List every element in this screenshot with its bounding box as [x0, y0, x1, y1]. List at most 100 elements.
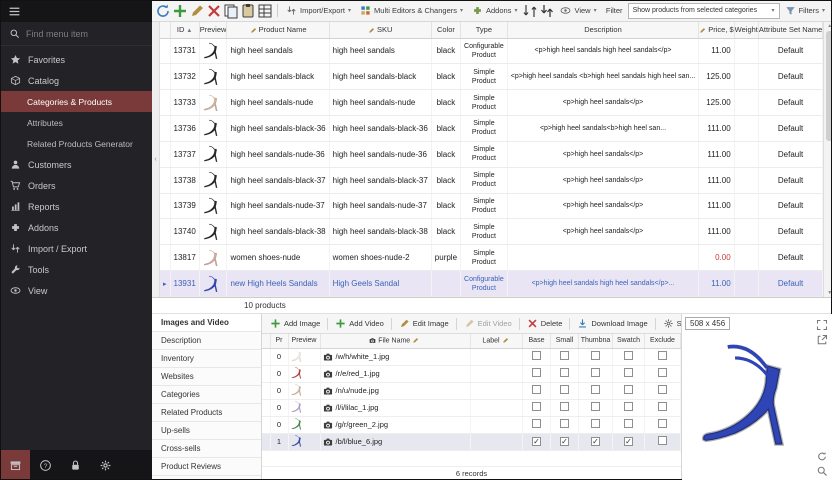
- fullscreen-icon[interactable]: [816, 318, 828, 330]
- scroll-thumb[interactable]: [826, 31, 832, 141]
- product-row-13817[interactable]: 13817women shoes-nudewomen shoes-nude-2p…: [160, 245, 823, 271]
- swatch-checkbox[interactable]: [624, 368, 633, 377]
- thumbnail-checkbox[interactable]: ✓: [591, 437, 600, 446]
- sidebar-item-reports[interactable]: Reports: [0, 196, 152, 217]
- base-checkbox[interactable]: [532, 419, 541, 428]
- view-menu[interactable]: View▾: [556, 3, 600, 18]
- small-checkbox[interactable]: [560, 419, 569, 428]
- small-checkbox[interactable]: [560, 368, 569, 377]
- tab-cross-sells[interactable]: Cross-sells: [152, 440, 261, 458]
- transfer-button[interactable]: [539, 3, 555, 19]
- small-checkbox[interactable]: [560, 402, 569, 411]
- paste-button[interactable]: [240, 3, 256, 19]
- settings-button[interactable]: [90, 450, 120, 480]
- grid-header-description[interactable]: Description: [507, 22, 698, 38]
- base-checkbox[interactable]: [532, 368, 541, 377]
- thumbnail-checkbox[interactable]: [591, 402, 600, 411]
- sidebar-item-customers[interactable]: Customers: [0, 154, 152, 175]
- exclude-checkbox[interactable]: [658, 419, 667, 428]
- grid-header-sku[interactable]: SKU: [329, 22, 431, 38]
- product-row-13731[interactable]: 13731high heel sandalshigh heel sandalsb…: [160, 38, 823, 64]
- add-product-button[interactable]: [172, 3, 188, 19]
- exclude-checkbox[interactable]: [658, 385, 667, 394]
- grid-header-preview[interactable]: Preview: [199, 22, 227, 38]
- images-header-swatch[interactable]: Swatch: [613, 334, 645, 348]
- sidebar-item-attributes[interactable]: Attributes: [0, 112, 152, 133]
- product-row-13732[interactable]: 13732high heel sandals-blackhigh heel sa…: [160, 64, 823, 90]
- tab-up-sells[interactable]: Up-sells: [152, 422, 261, 440]
- thumbnail-checkbox[interactable]: [591, 385, 600, 394]
- sidebar-item-import-export[interactable]: Import / Export: [0, 238, 152, 259]
- edit-product-button[interactable]: [189, 3, 205, 19]
- hamburger-menu-icon[interactable]: [8, 5, 21, 18]
- product-row-13740[interactable]: 13740high heel sandals-black-38high heel…: [160, 219, 823, 245]
- copy-button[interactable]: [223, 3, 239, 19]
- download-image-button[interactable]: Download Image: [574, 316, 650, 331]
- addons-menu[interactable]: Addons▾: [468, 3, 521, 18]
- sidebar-item-categories-products[interactable]: Categories & Products: [0, 91, 152, 112]
- help-button[interactable]: ?: [30, 450, 60, 480]
- grid-header-id[interactable]: ID▲: [170, 22, 199, 38]
- archive-button[interactable]: [0, 450, 30, 480]
- tab-websites[interactable]: Websites: [152, 368, 261, 386]
- sidebar-item-orders[interactable]: Orders: [0, 175, 152, 196]
- images-header-base[interactable]: Base: [523, 334, 551, 348]
- small-checkbox[interactable]: [560, 351, 569, 360]
- scroll-down-icon[interactable]: ▼: [827, 290, 832, 296]
- product-row-13733[interactable]: 13733high heel sandals-nudehigh heel san…: [160, 90, 823, 116]
- delete-button[interactable]: Delete: [524, 316, 566, 331]
- swatch-checkbox[interactable]: [624, 351, 633, 360]
- tab-product-reviews[interactable]: Product Reviews: [152, 458, 261, 476]
- lock-button[interactable]: [60, 450, 90, 480]
- product-row-13736[interactable]: 13736high heel sandals-black-36high heel…: [160, 116, 823, 142]
- images-header-thumbna[interactable]: Thumbna: [579, 334, 613, 348]
- grid-header-attribute-set-name[interactable]: Attribute Set Name: [758, 22, 822, 38]
- sidebar-search-input[interactable]: Find menu item: [0, 22, 152, 46]
- sidebar-item-catalog[interactable]: Catalog: [0, 70, 152, 91]
- image-row-r-e-red-1-jpg[interactable]: 0/r/e/red_1.jpg: [262, 365, 681, 382]
- scroll-up-icon[interactable]: ▲: [827, 23, 832, 29]
- grid-header-color[interactable]: Color: [431, 22, 460, 38]
- product-row-13931[interactable]: ▸13931new High Heels SandalsHigh Geels S…: [160, 271, 823, 297]
- grid-header-price[interactable]: Price, $: [699, 22, 734, 38]
- category-filter-select[interactable]: Show products from selected categories▾: [628, 3, 780, 19]
- image-row-b-l-blue-6-jpg[interactable]: 1/b/l/blue_6.jpg✓✓✓✓: [262, 433, 681, 450]
- product-row-13737[interactable]: 13737high heel sandals-nude-36high heel …: [160, 141, 823, 167]
- thumbnail-checkbox[interactable]: [591, 419, 600, 428]
- panel-collapse-handle[interactable]: ‹: [152, 22, 160, 297]
- image-row-g-r-green-2-jpg[interactable]: 0/g/r/green_2.jpg: [262, 416, 681, 433]
- swatch-checkbox[interactable]: [624, 402, 633, 411]
- image-row-l-i-lilac-1-jpg[interactable]: 0/l/i/lilac_1.jpg: [262, 399, 681, 416]
- thumbnail-checkbox[interactable]: [591, 351, 600, 360]
- import-export-menu[interactable]: Import/Export▾: [282, 3, 355, 18]
- tab-description[interactable]: Description: [152, 332, 261, 350]
- swatch-checkbox[interactable]: [624, 385, 633, 394]
- base-checkbox[interactable]: [532, 351, 541, 360]
- grid-header-product-name[interactable]: Product Name: [227, 22, 329, 38]
- image-row-w-h-white-1-jpg[interactable]: 0/w/h/white_1.jpg: [262, 348, 681, 365]
- sidebar-item-related-products-generator[interactable]: Related Products Generator: [0, 133, 152, 154]
- swatch-checkbox[interactable]: [624, 419, 633, 428]
- small-checkbox[interactable]: ✓: [560, 437, 569, 446]
- multi-editors-menu[interactable]: Multi Editors & Changers▾: [356, 3, 467, 18]
- edit-image-button[interactable]: Edit Image: [396, 316, 452, 331]
- rotate-icon[interactable]: [816, 449, 828, 461]
- base-checkbox[interactable]: [532, 402, 541, 411]
- grid-scrollbar[interactable]: ▲ ▼: [823, 22, 832, 297]
- images-header-small[interactable]: Small: [551, 334, 579, 348]
- sidebar-item-favorites[interactable]: Favorites: [0, 49, 152, 70]
- sidebar-item-addons[interactable]: Addons: [0, 217, 152, 238]
- images-header-file-name[interactable]: File Name: [320, 334, 471, 348]
- sidebar-item-tools[interactable]: Tools: [0, 259, 152, 280]
- refresh-button[interactable]: [155, 3, 171, 19]
- exclude-checkbox[interactable]: [658, 402, 667, 411]
- product-row-13738[interactable]: 13738high heel sandals-black-37high heel…: [160, 167, 823, 193]
- image-row-n-u-nude-jpg[interactable]: 0/n/u/nude.jpg: [262, 382, 681, 399]
- delete-product-button[interactable]: [206, 3, 222, 19]
- zoom-icon[interactable]: [816, 464, 828, 476]
- base-checkbox[interactable]: ✓: [532, 437, 541, 446]
- add-video-button[interactable]: Add Video: [332, 316, 386, 331]
- images-header-pr[interactable]: Pr: [270, 334, 288, 348]
- exclude-checkbox[interactable]: [658, 351, 667, 360]
- exclude-checkbox[interactable]: [658, 368, 667, 377]
